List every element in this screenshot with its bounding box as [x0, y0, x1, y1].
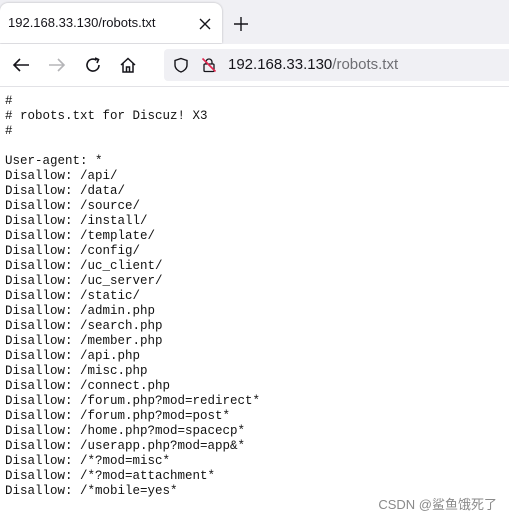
tab-robots[interactable]: 192.168.33.130/robots.txt [0, 3, 222, 43]
content-line: Disallow: /data/ [5, 184, 126, 198]
content-line: Disallow: /member.php [5, 334, 163, 348]
content-line: Disallow: /install/ [5, 214, 148, 228]
content-line: Disallow: /home.php?mod=spacecp* [5, 424, 246, 438]
url-path: /robots.txt [332, 56, 399, 73]
tab-strip: 192.168.33.130/robots.txt [0, 0, 509, 46]
content-line: Disallow: /misc.php [5, 364, 148, 378]
shield-icon[interactable] [173, 57, 189, 73]
content-line: Disallow: /userapp.php?mod=app&* [5, 439, 246, 453]
url-text[interactable]: 192.168.33.130/robots.txt [228, 56, 398, 73]
plus-icon[interactable] [230, 13, 252, 35]
content-line: Disallow: /*mobile=yes* [5, 484, 178, 498]
content-line: Disallow: /static/ [5, 289, 141, 303]
watermark: CSDN @鲨鱼饿死了 [378, 497, 497, 512]
content-line: Disallow: /api/ [5, 169, 118, 183]
content-line: Disallow: /*?mod=attachment* [5, 469, 216, 483]
robots-txt-content: # # robots.txt for Discuz! X3 # User-age… [5, 94, 260, 499]
content-line: Disallow: /forum.php?mod=redirect* [5, 394, 261, 408]
url-host: 192.168.33.130 [228, 56, 333, 73]
close-icon[interactable] [196, 15, 214, 33]
content-line: Disallow: /source/ [5, 199, 141, 213]
content-line: Disallow: /api.php [5, 349, 141, 363]
content-line: Disallow: /config/ [5, 244, 141, 258]
home-icon[interactable] [116, 53, 140, 77]
content-line: # robots.txt for Discuz! X3 [5, 109, 208, 123]
content-line: Disallow: /template/ [5, 229, 156, 243]
content-line: Disallow: /uc_client/ [5, 259, 163, 273]
reload-icon[interactable] [81, 53, 105, 77]
navigation-bar: 192.168.33.130/robots.txt [0, 44, 509, 87]
address-bar[interactable]: 192.168.33.130/robots.txt [164, 49, 509, 81]
content-line: Disallow: /connect.php [5, 379, 171, 393]
content-line: User-agent: * [5, 154, 103, 168]
tab-title: 192.168.33.130/robots.txt [8, 15, 156, 30]
content-line: Disallow: /forum.php?mod=post* [5, 409, 231, 423]
content-line: Disallow: /uc_server/ [5, 274, 163, 288]
lock-slash-icon[interactable] [201, 57, 217, 73]
content-line: Disallow: /admin.php [5, 304, 156, 318]
arrow-right-icon[interactable] [45, 53, 69, 77]
content-line: Disallow: /*?mod=misc* [5, 454, 171, 468]
arrow-left-icon[interactable] [9, 53, 33, 77]
content-line: Disallow: /search.php [5, 319, 163, 333]
content-line: # [5, 94, 13, 108]
content-line: # [5, 124, 13, 138]
